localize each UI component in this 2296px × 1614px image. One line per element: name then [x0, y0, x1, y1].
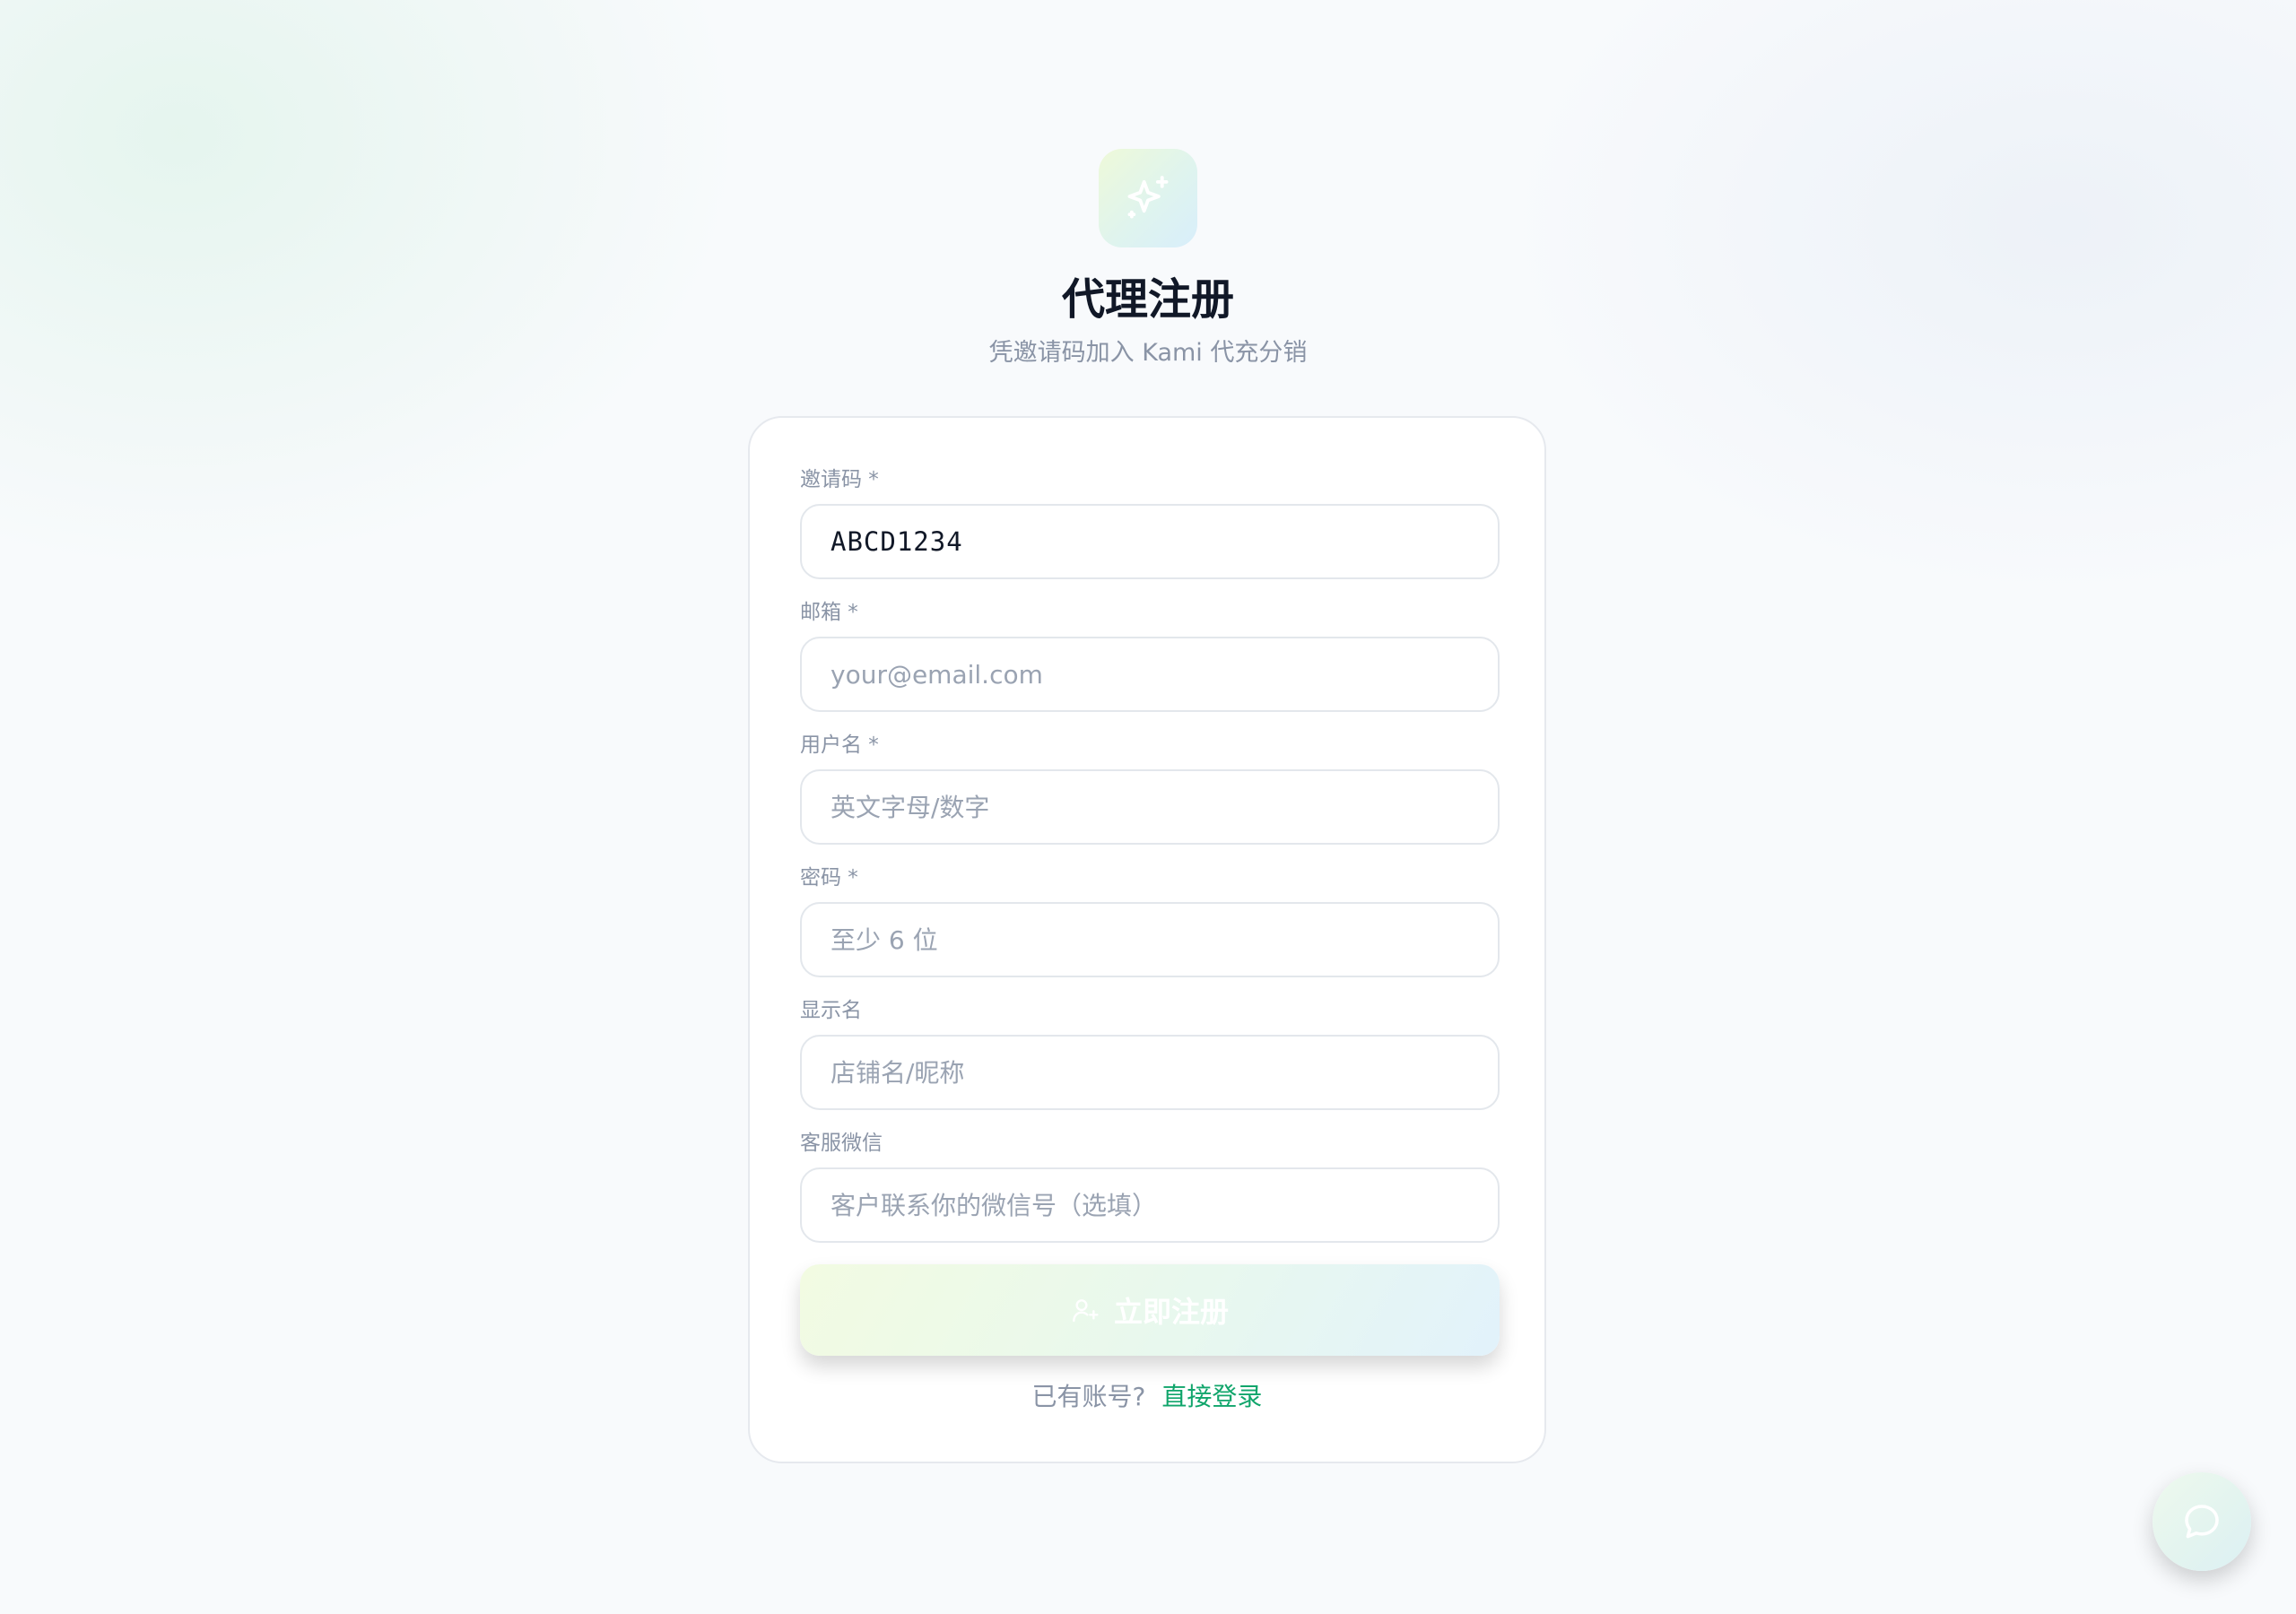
email-input[interactable]: [800, 637, 1500, 712]
email-label: 邮箱 *: [800, 601, 858, 624]
chat-button[interactable]: [2152, 1472, 2251, 1571]
username-input[interactable]: [800, 769, 1500, 845]
wechat-label: 客服微信: [800, 1132, 883, 1155]
login-prompt: 已有账号? 直接登录: [750, 1379, 1544, 1415]
invite-code-label: 邀请码 *: [800, 468, 879, 491]
register-button-label: 立即注册: [1113, 1295, 1229, 1329]
wechat-input[interactable]: [800, 1167, 1500, 1243]
chat-bubble-icon: [2185, 1505, 2219, 1539]
login-prompt-text: 已有账号?: [1031, 1382, 1146, 1411]
logo-badge: [1099, 149, 1197, 247]
page-title: 代理注册: [1061, 274, 1234, 325]
register-form-card: 邀请码 * 邮箱 * 用户名 * 密码 * 显示名 客服微信 立即注册 已有账号…: [748, 416, 1546, 1463]
register-button[interactable]: 立即注册: [800, 1264, 1500, 1356]
invite-code-input[interactable]: [800, 504, 1500, 579]
user-plus-icon: [1073, 1299, 1099, 1323]
page-subtitle: 凭邀请码加入 Kami 代充分销: [988, 339, 1308, 367]
login-link[interactable]: 直接登录: [1161, 1382, 1262, 1411]
sparkles-icon: [1127, 176, 1169, 219]
display-name-label: 显示名: [800, 999, 862, 1022]
password-input[interactable]: [800, 902, 1500, 977]
display-name-input[interactable]: [800, 1035, 1500, 1110]
password-label: 密码 *: [800, 866, 858, 889]
username-label: 用户名 *: [800, 733, 879, 757]
